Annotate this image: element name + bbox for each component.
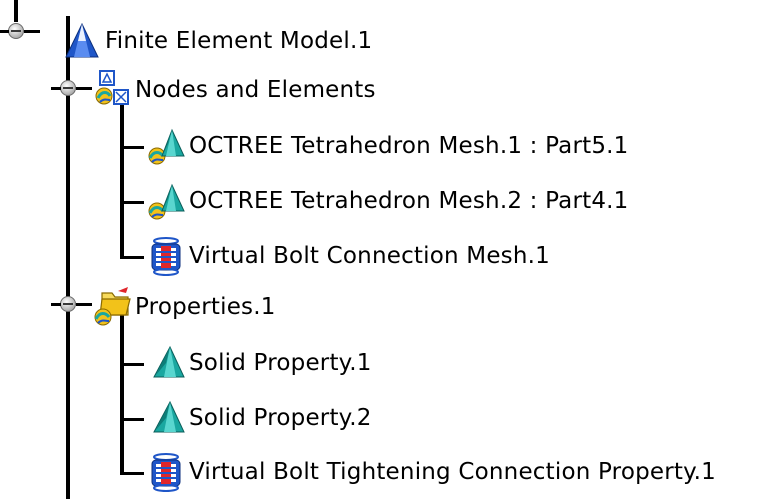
group1-branch-2 xyxy=(120,201,144,204)
virtual-bolt-icon xyxy=(146,452,186,492)
virtual-bolt-property-label: Virtual Bolt Tightening Connection Prope… xyxy=(189,459,717,485)
octree-mesh-1-label: OCTREE Tetrahedron Mesh.1 : Part5.1 xyxy=(189,133,629,159)
solid-property-icon xyxy=(146,398,186,438)
group2-connector xyxy=(120,315,124,474)
virtual-bolt-mesh-label: Virtual Bolt Connection Mesh.1 xyxy=(189,243,550,269)
nodes-elements-label: Nodes and Elements xyxy=(135,77,376,103)
solid-property-1-label: Solid Property.1 xyxy=(189,350,372,376)
solid-property-icon xyxy=(146,343,186,383)
tree-node-solid-property-1[interactable]: Solid Property.1 xyxy=(146,343,372,383)
octree-mesh-icon xyxy=(146,126,186,166)
group2-branch-2 xyxy=(120,418,144,421)
nodes-elements-toggle-tail xyxy=(76,87,92,90)
properties-folder-icon xyxy=(92,287,132,327)
tree-node-nodes-elements[interactable]: Nodes and Elements xyxy=(92,70,376,110)
fem-model-icon xyxy=(62,21,102,61)
octree-mesh-icon xyxy=(146,181,186,221)
group2-branch-1 xyxy=(120,363,144,366)
properties-collapse-toggle[interactable] xyxy=(51,296,76,312)
tree-node-root[interactable]: Finite Element Model.1 xyxy=(62,21,372,61)
group2-branch-3 xyxy=(120,472,144,475)
tree-node-virtual-bolt-property[interactable]: Virtual Bolt Tightening Connection Prope… xyxy=(146,452,716,492)
nodes-elements-icon xyxy=(92,70,132,110)
nodes-elements-collapse-toggle[interactable] xyxy=(51,80,76,96)
root-label: Finite Element Model.1 xyxy=(105,28,373,54)
properties-toggle-tail xyxy=(76,303,92,306)
group1-branch-1 xyxy=(120,146,144,149)
root-toggle-tail xyxy=(24,30,40,33)
tree-node-octree-mesh-1[interactable]: OCTREE Tetrahedron Mesh.1 : Part5.1 xyxy=(146,126,629,166)
tree-node-properties[interactable]: Properties.1 xyxy=(92,287,276,327)
virtual-bolt-icon xyxy=(146,236,186,276)
group1-branch-3 xyxy=(120,256,144,259)
root-collapse-toggle[interactable] xyxy=(0,23,24,39)
tree-node-solid-property-2[interactable]: Solid Property.2 xyxy=(146,398,372,438)
tree-node-virtual-bolt-mesh[interactable]: Virtual Bolt Connection Mesh.1 xyxy=(146,236,550,276)
properties-label: Properties.1 xyxy=(135,294,276,320)
octree-mesh-2-label: OCTREE Tetrahedron Mesh.2 : Part4.1 xyxy=(189,188,629,214)
specification-tree: Finite Element Model.1 Nodes and Element… xyxy=(0,0,778,499)
solid-property-2-label: Solid Property.2 xyxy=(189,405,372,431)
tree-node-octree-mesh-2[interactable]: OCTREE Tetrahedron Mesh.2 : Part4.1 xyxy=(146,181,629,221)
tree-root-stub xyxy=(14,0,18,22)
group1-connector xyxy=(120,98,124,258)
